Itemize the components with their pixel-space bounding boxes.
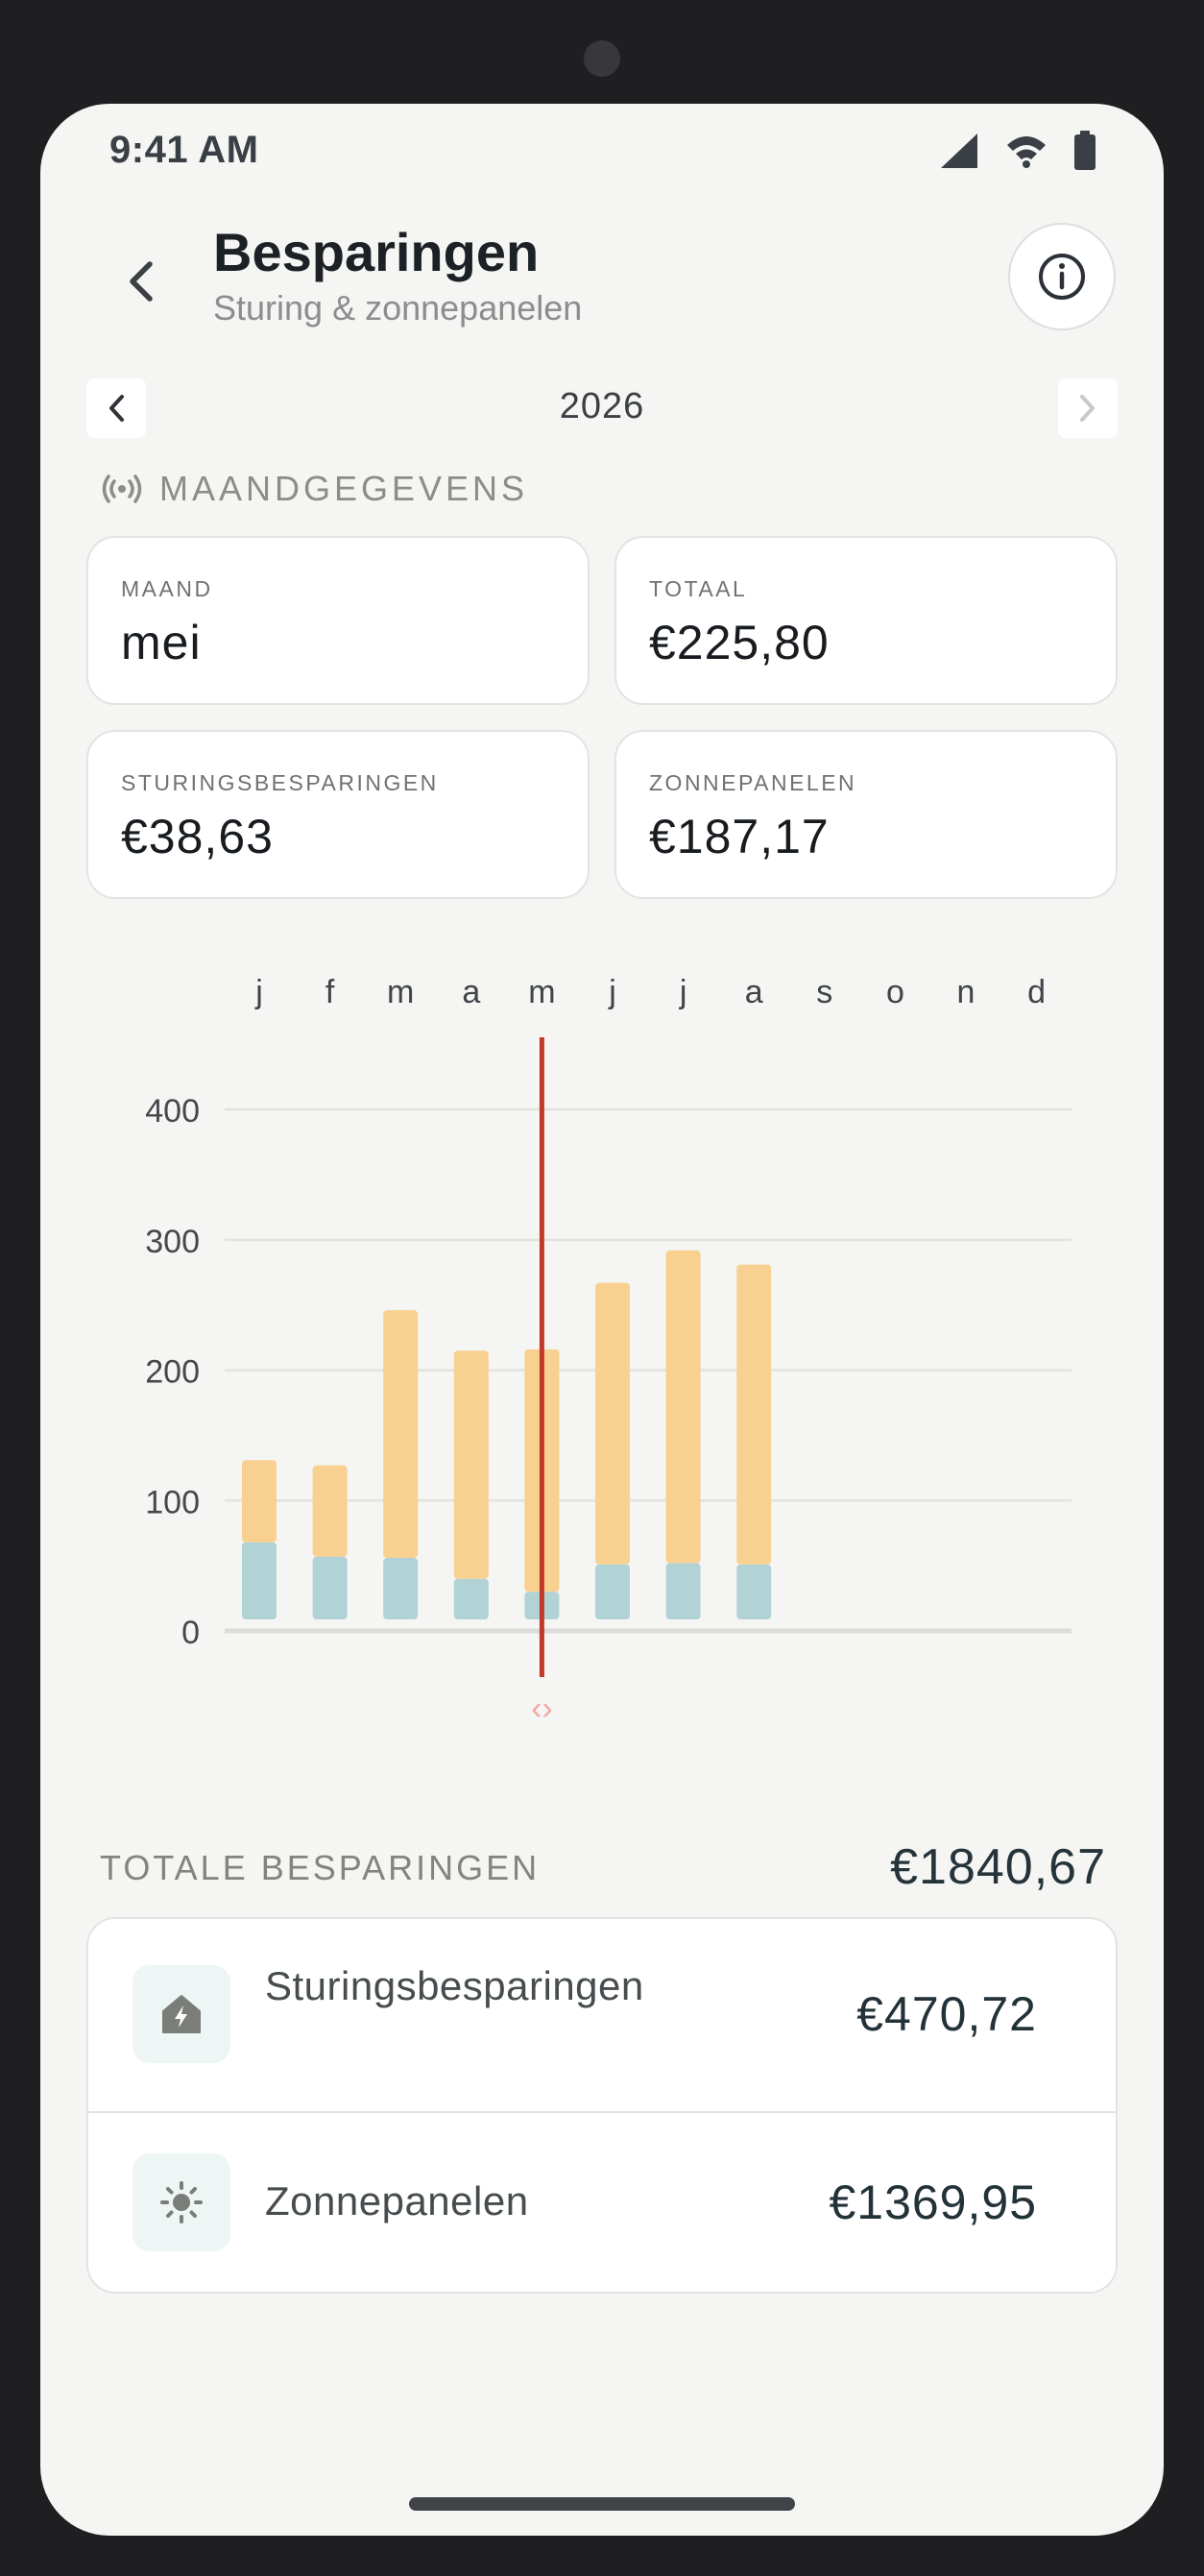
chart-bar-segment [312,1465,348,1557]
chart-bar-segment [383,1310,419,1558]
y-tick-label: 0 [181,1615,200,1651]
y-tick-label: 100 [145,1484,200,1520]
x-tick-label: j [679,974,687,1010]
y-tick-label: 200 [145,1354,200,1391]
sun-icon [132,2153,230,2251]
y-tick-label: 300 [145,1224,200,1260]
home-lightning-icon [132,1965,230,2063]
home-indicator[interactable] [409,2497,795,2511]
control-savings-value: €470,72 [856,1987,1037,2041]
x-tick-label: d [1027,974,1046,1010]
drag-handle-icon: ‹› [531,1690,553,1727]
chart-bar-segment [453,1350,489,1579]
totals-list: Sturingsbesparingen €470,72 Zonnepanelen… [86,1917,1118,2294]
phone-frame: 9:41 AM Besparingen Sturing & zonnepanel… [0,0,1204,2576]
chart-bar-segment [595,1564,630,1619]
x-tick-label: n [957,974,975,1010]
chart-bar-segment [736,1564,772,1619]
monthly-savings-chart[interactable]: 0 100 200 300 400 j f m a m j j a s o n d ‹› [40,104,1164,1833]
x-tick-label: s [816,974,832,1010]
chart-bar-segment [453,1578,489,1619]
chart-bar-segment [312,1556,348,1619]
x-tick-label: a [745,974,763,1010]
x-tick-label: a [462,974,480,1010]
front-camera [584,40,620,77]
totals-label: TOTALE BESPARINGEN [100,1848,541,1887]
x-tick-label: m [387,974,414,1010]
control-savings-label: Sturingsbesparingen [265,1963,644,2008]
app-screen: 9:41 AM Besparingen Sturing & zonnepanel… [40,104,1164,2536]
x-tick-label: f [325,974,335,1010]
list-item-control-savings[interactable]: Sturingsbesparingen €470,72 [88,1919,1116,2113]
chart-bar-segment [383,1558,419,1619]
chart-bar-segment [665,1563,701,1619]
x-tick-label: m [528,974,555,1010]
chart-bar-segment [665,1250,701,1564]
chart-bar-segment [242,1460,277,1543]
chart-bar-segment [595,1282,630,1565]
list-item-solar[interactable]: Zonnepanelen €1369,95 [88,2113,1116,2292]
x-tick-label: j [608,974,616,1010]
solar-value: €1369,95 [829,2175,1037,2229]
x-tick-label: o [886,974,904,1010]
chart-bar-segment [736,1264,772,1565]
totals-value: €1840,67 [890,1839,1106,1895]
chart-bar-segment [242,1542,277,1619]
x-tick-label: j [254,974,263,1010]
y-tick-label: 400 [145,1093,200,1130]
solar-label: Zonnepanelen [265,2178,529,2224]
